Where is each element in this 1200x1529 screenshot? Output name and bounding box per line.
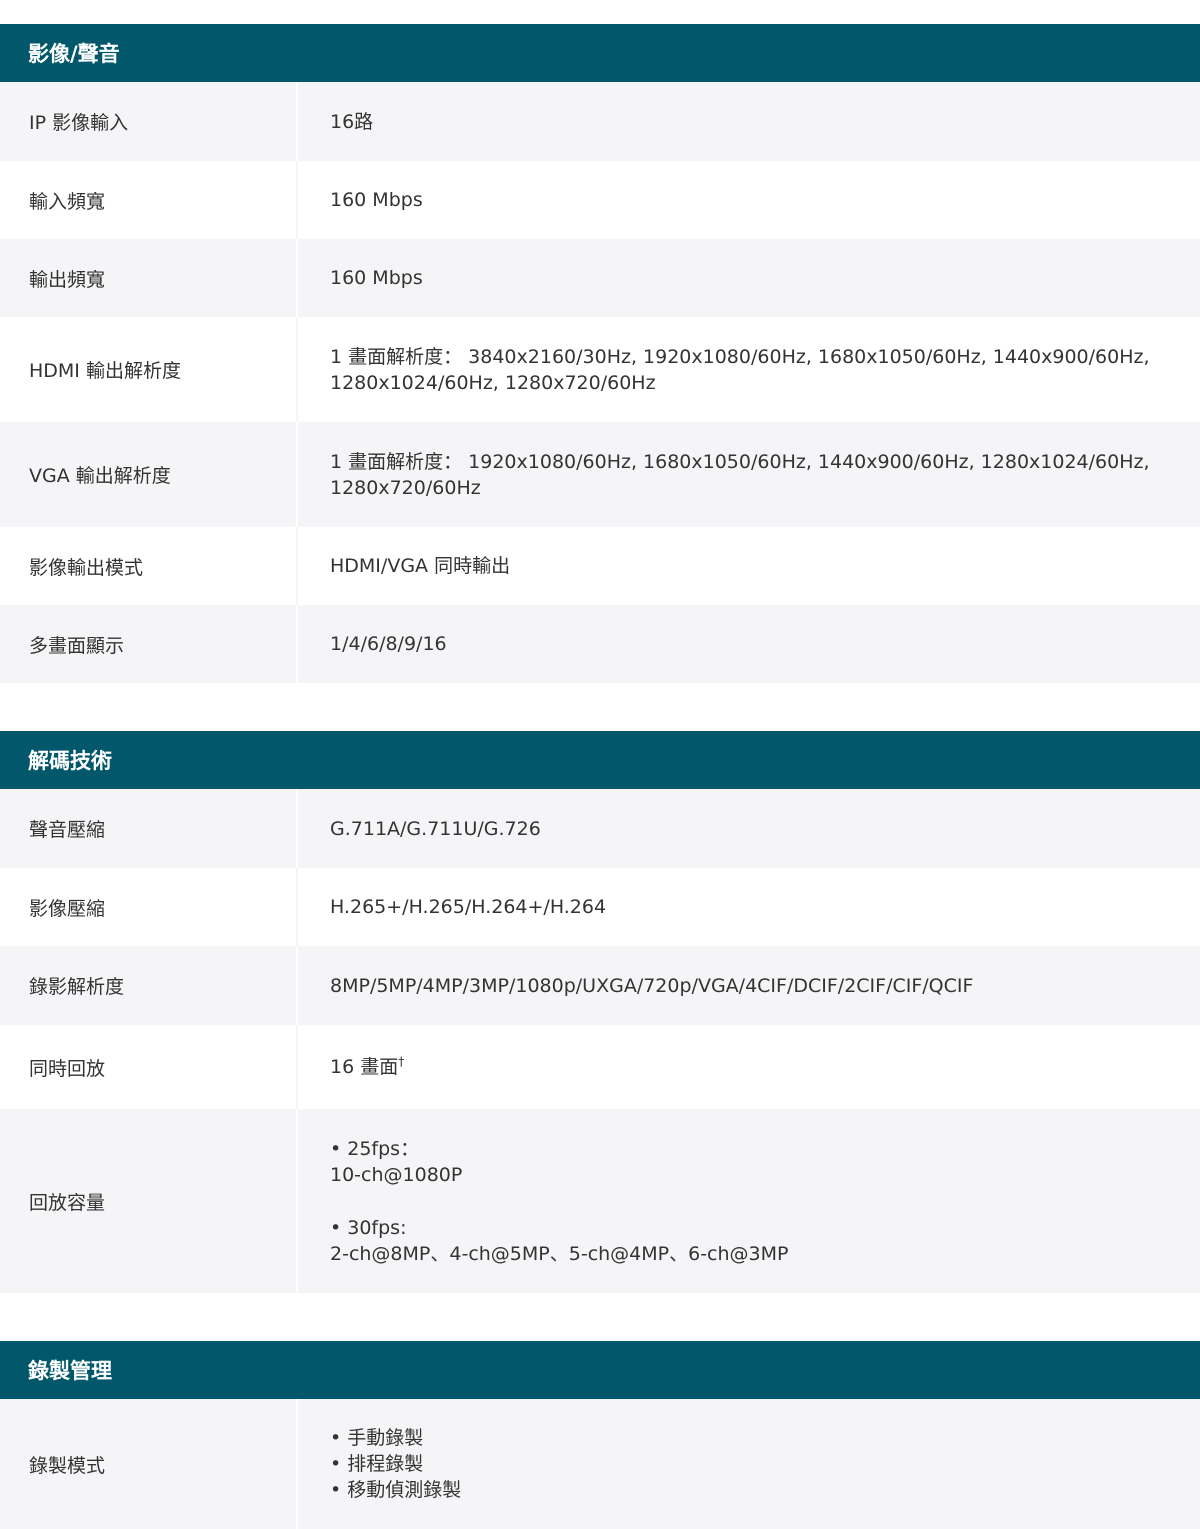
spec-label: 輸出頻寬 bbox=[0, 239, 298, 317]
spec-label: 輸入頻寬 bbox=[0, 161, 298, 239]
value-line: • 移動偵測錄製 bbox=[330, 1479, 462, 1501]
spec-value: 16路 bbox=[298, 82, 1200, 161]
spec-row: 同時回放 16 畫面† bbox=[0, 1025, 1200, 1109]
section-recording: 錄製管理 錄製模式 • 手動錄製 • 排程錄製 • 移動偵測錄製 bbox=[0, 1341, 1200, 1529]
value-line: HDMI/VGA 同時輸出 bbox=[330, 555, 511, 577]
value-line: 1/4/6/8/9/16 bbox=[330, 633, 447, 655]
spec-label: 影像壓縮 bbox=[0, 868, 298, 946]
spec-value: 1/4/6/8/9/16 bbox=[298, 605, 1200, 683]
spec-row: 輸出頻寬 160 Mbps bbox=[0, 239, 1200, 317]
value-line: • 30fps: bbox=[330, 1216, 407, 1239]
spec-label: 錄製模式 bbox=[0, 1399, 298, 1529]
value-line: 16 畫面† bbox=[330, 1054, 1160, 1080]
spec-value: HDMI/VGA 同時輸出 bbox=[298, 527, 1200, 605]
spec-label: 錄影解析度 bbox=[0, 946, 298, 1025]
spec-row: 錄影解析度 8MP/5MP/4MP/3MP/1080p/UXGA/720p/VG… bbox=[0, 946, 1200, 1025]
section-av: 影像/聲音 IP 影像輸入 16路 輸入頻寬 160 Mbps 輸出頻寬 160… bbox=[0, 24, 1200, 683]
value-line: 1280x720/60Hz bbox=[330, 476, 481, 499]
spec-row: HDMI 輸出解析度 1 畫面解析度： 3840x2160/30Hz, 1920… bbox=[0, 317, 1200, 422]
value-spacer bbox=[330, 1188, 1160, 1215]
value-line: • 手動錄製 bbox=[330, 1427, 424, 1449]
spec-row: IP 影像輸入 16路 bbox=[0, 82, 1200, 161]
section-codec: 解碼技術 聲音壓縮 G.711A/G.711U/G.726 影像壓縮 H.265… bbox=[0, 731, 1200, 1293]
spec-value: • 25fps： 10-ch@1080P • 30fps: 2-ch@8MP、4… bbox=[298, 1109, 1200, 1293]
value-line: 16路 bbox=[330, 110, 374, 133]
spec-label: IP 影像輸入 bbox=[0, 82, 298, 161]
value-line: • 排程錄製 bbox=[330, 1453, 424, 1475]
section-header: 解碼技術 bbox=[0, 731, 1200, 789]
value-line: 8MP/5MP/4MP/3MP/1080p/UXGA/720p/VGA/4CIF… bbox=[330, 974, 974, 997]
spec-label: VGA 輸出解析度 bbox=[0, 422, 298, 527]
spec-value: 1 畫面解析度： 3840x2160/30Hz, 1920x1080/60Hz,… bbox=[298, 317, 1200, 422]
value-line: • 25fps： bbox=[330, 1137, 420, 1160]
spec-row: 影像輸出模式 HDMI/VGA 同時輸出 bbox=[0, 527, 1200, 605]
value-line: 160 Mbps bbox=[330, 267, 423, 289]
value-text: 16 畫面 bbox=[330, 1056, 399, 1078]
spec-value: 160 Mbps bbox=[298, 239, 1200, 317]
value-line: 2-ch@8MP、4-ch@5MP、5-ch@4MP、6-ch@3MP bbox=[330, 1242, 789, 1265]
value-line: 160 Mbps bbox=[330, 189, 423, 211]
spec-value: 160 Mbps bbox=[298, 161, 1200, 239]
spec-row: VGA 輸出解析度 1 畫面解析度： 1920x1080/60Hz, 1680x… bbox=[0, 422, 1200, 527]
spec-row: 回放容量 • 25fps： 10-ch@1080P • 30fps: 2-ch@… bbox=[0, 1109, 1200, 1293]
value-line: 10-ch@1080P bbox=[330, 1163, 463, 1186]
spec-label: 回放容量 bbox=[0, 1109, 298, 1293]
spec-value: 16 畫面† bbox=[298, 1025, 1200, 1109]
value-line: 1 畫面解析度： 1920x1080/60Hz, 1680x1050/60Hz,… bbox=[330, 450, 1150, 473]
value-line: G.711A/G.711U/G.726 bbox=[330, 817, 541, 840]
footnote-dagger: † bbox=[398, 1054, 405, 1069]
spec-page: 影像/聲音 IP 影像輸入 16路 輸入頻寬 160 Mbps 輸出頻寬 160… bbox=[0, 0, 1200, 1529]
value-line: H.265+/H.265/H.264+/H.264 bbox=[330, 896, 607, 918]
spec-label: HDMI 輸出解析度 bbox=[0, 317, 298, 422]
spec-row: 錄製模式 • 手動錄製 • 排程錄製 • 移動偵測錄製 bbox=[0, 1399, 1200, 1529]
spec-value: H.265+/H.265/H.264+/H.264 bbox=[298, 868, 1200, 946]
spec-row: 聲音壓縮 G.711A/G.711U/G.726 bbox=[0, 789, 1200, 868]
spec-row: 多畫面顯示 1/4/6/8/9/16 bbox=[0, 605, 1200, 683]
section-header: 影像/聲音 bbox=[0, 24, 1200, 82]
spec-value: 8MP/5MP/4MP/3MP/1080p/UXGA/720p/VGA/4CIF… bbox=[298, 946, 1200, 1025]
section-header: 錄製管理 bbox=[0, 1341, 1200, 1399]
spec-value: G.711A/G.711U/G.726 bbox=[298, 789, 1200, 868]
spec-label: 同時回放 bbox=[0, 1025, 298, 1109]
value-line: 1 畫面解析度： 3840x2160/30Hz, 1920x1080/60Hz,… bbox=[330, 345, 1150, 368]
spec-row: 影像壓縮 H.265+/H.265/H.264+/H.264 bbox=[0, 868, 1200, 946]
spec-label: 影像輸出模式 bbox=[0, 527, 298, 605]
spec-label: 多畫面顯示 bbox=[0, 605, 298, 683]
spec-value: 1 畫面解析度： 1920x1080/60Hz, 1680x1050/60Hz,… bbox=[298, 422, 1200, 527]
value-line: 1280x1024/60Hz, 1280x720/60Hz bbox=[330, 371, 656, 394]
spec-row: 輸入頻寬 160 Mbps bbox=[0, 161, 1200, 239]
spec-value: • 手動錄製 • 排程錄製 • 移動偵測錄製 bbox=[298, 1399, 1200, 1529]
spec-label: 聲音壓縮 bbox=[0, 789, 298, 868]
